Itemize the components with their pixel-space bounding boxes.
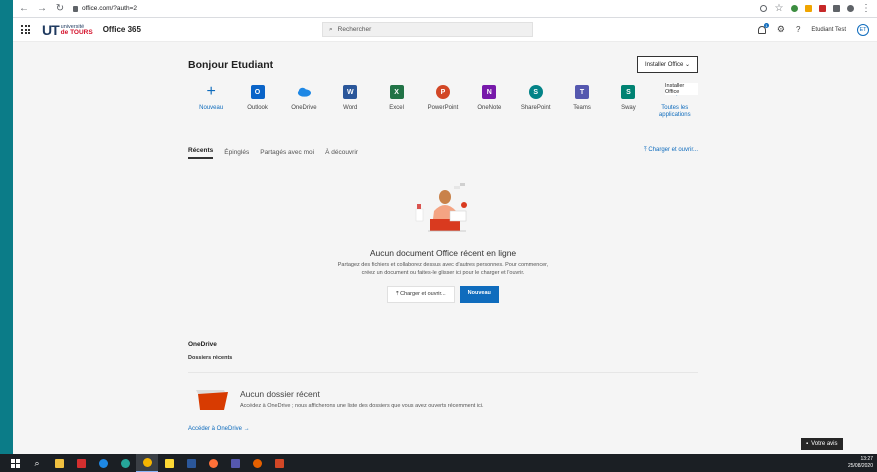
back-icon[interactable]: ← bbox=[19, 3, 29, 14]
empty-state: Aucun document Office récent en ligne Pa… bbox=[188, 181, 698, 303]
powerpoint-icon: P bbox=[435, 85, 450, 99]
reload-icon[interactable]: ↻ bbox=[55, 3, 65, 14]
new-button[interactable]: Nouveau bbox=[459, 286, 499, 303]
tab-recents[interactable]: Récents bbox=[188, 147, 214, 159]
search-input[interactable]: ⌕ Rechercher bbox=[322, 22, 533, 37]
onedrive-icon bbox=[297, 85, 311, 99]
extension-icon[interactable] bbox=[805, 5, 812, 12]
divider bbox=[188, 372, 698, 373]
app-title[interactable]: Office 365 bbox=[103, 25, 141, 34]
logo-mark: UT bbox=[42, 21, 60, 38]
profile-icon[interactable] bbox=[847, 5, 854, 12]
upload-open-button[interactable]: ⤒ Charger et ouvrir... bbox=[387, 286, 455, 303]
university-logo[interactable]: UT université de TOURS bbox=[42, 22, 93, 38]
sticky-notes-icon[interactable] bbox=[158, 454, 180, 472]
feedback-button[interactable]: ▪ Votre avis bbox=[801, 438, 843, 450]
app-teams[interactable]: T Teams bbox=[559, 85, 605, 119]
search-placeholder: Rechercher bbox=[337, 26, 372, 33]
folder-illustration bbox=[194, 386, 230, 412]
taskbar: ⌕ 13:27 25/08/2020 bbox=[0, 454, 877, 472]
no-folder-description: Accédez à OneDrive ; nous afficherons un… bbox=[240, 403, 484, 409]
search-icon[interactable]: ⌕ bbox=[26, 454, 48, 472]
address-bar[interactable]: office.com/?auth=2 bbox=[73, 5, 137, 12]
user-name[interactable]: Etudiant Test bbox=[811, 27, 846, 33]
extension-icon[interactable] bbox=[791, 5, 798, 12]
chrome-icon[interactable] bbox=[136, 454, 158, 472]
acrobat-icon[interactable] bbox=[70, 454, 92, 472]
onenote-icon: N bbox=[482, 85, 497, 99]
app-list: + Nouveau O Outlook OneDrive W Word X Ex… bbox=[188, 83, 698, 119]
browser-window: ← → ↻ office.com/?auth=2 ☆ ⋮ UT universi… bbox=[13, 0, 877, 454]
sharepoint-icon: S bbox=[528, 85, 543, 99]
avatar[interactable]: ET bbox=[857, 23, 869, 36]
app-word[interactable]: W Word bbox=[327, 85, 373, 119]
app-sharepoint[interactable]: S SharePoint bbox=[513, 85, 559, 119]
word-icon: W bbox=[343, 85, 358, 99]
word-taskbar-icon[interactable] bbox=[180, 454, 202, 472]
app-launcher-icon[interactable] bbox=[21, 25, 30, 34]
onedrive-title: OneDrive bbox=[188, 341, 217, 348]
go-to-onedrive-link[interactable]: Accéder à OneDrive → bbox=[188, 426, 250, 432]
lock-icon bbox=[73, 5, 78, 12]
edge-icon[interactable] bbox=[92, 454, 114, 472]
star-icon[interactable]: ☆ bbox=[774, 3, 784, 14]
help-icon[interactable]: ? bbox=[796, 25, 800, 34]
arrow-right-icon: → bbox=[243, 426, 250, 432]
browser-toolbar: ← → ↻ office.com/?auth=2 ☆ ⋮ bbox=[13, 0, 877, 18]
app-onenote[interactable]: N OneNote bbox=[466, 85, 512, 119]
firefox-icon[interactable] bbox=[202, 454, 224, 472]
document-tabs: Récents Épinglés Partagés avec moi À déc… bbox=[188, 147, 698, 159]
tab-partages[interactable]: Partagés avec moi bbox=[260, 149, 314, 159]
powerpoint-taskbar-icon[interactable] bbox=[268, 454, 290, 472]
app-nouveau[interactable]: + Nouveau bbox=[188, 83, 234, 119]
app-powerpoint[interactable]: P PowerPoint bbox=[420, 85, 466, 119]
tab-epingles[interactable]: Épinglés bbox=[224, 149, 249, 159]
logo-line2: de TOURS bbox=[60, 28, 93, 36]
firefox-alt-icon[interactable] bbox=[246, 454, 268, 472]
feedback-icon: ▪ bbox=[806, 441, 809, 447]
notification-bell-icon[interactable]: 1 bbox=[757, 22, 769, 34]
translate-icon[interactable] bbox=[760, 5, 767, 12]
office-header: UT université de TOURS Office 365 ⌕ Rech… bbox=[13, 18, 877, 42]
sway-icon: S bbox=[621, 85, 636, 99]
plus-icon: + bbox=[206, 83, 216, 100]
app-excel[interactable]: X Excel bbox=[373, 85, 419, 119]
menu-icon[interactable]: ⋮ bbox=[861, 3, 871, 14]
app-outlook[interactable]: O Outlook bbox=[234, 85, 280, 119]
clock[interactable]: 13:27 25/08/2020 bbox=[848, 456, 873, 470]
page-title: Bonjour Etudiant bbox=[188, 58, 274, 71]
notification-badge: 1 bbox=[763, 22, 769, 28]
url-text[interactable]: office.com/?auth=2 bbox=[82, 5, 137, 12]
teams-taskbar-icon[interactable] bbox=[224, 454, 246, 472]
app-sway[interactable]: S Sway bbox=[605, 85, 651, 119]
app-onedrive[interactable]: OneDrive bbox=[281, 85, 327, 119]
settings-gear-icon[interactable]: ⚙ bbox=[777, 24, 785, 35]
file-explorer-icon[interactable] bbox=[48, 454, 70, 472]
teams-icon: T bbox=[575, 85, 590, 99]
outlook-icon: O bbox=[250, 85, 265, 99]
empty-description: Partagez des fichiers et collaborez dess… bbox=[337, 262, 549, 276]
tooltip: Installer Office bbox=[665, 83, 698, 95]
no-folder-title: Aucun dossier récent bbox=[240, 389, 320, 399]
tab-decouvrir[interactable]: À découvrir bbox=[325, 149, 358, 159]
excel-icon: X bbox=[389, 85, 404, 99]
install-office-button[interactable]: Installer Office ⌄ bbox=[637, 56, 698, 73]
empty-illustration bbox=[408, 181, 478, 239]
upload-open-link[interactable]: ⤒ Charger et ouvrir... bbox=[644, 147, 698, 154]
upload-icon: ⤒ bbox=[396, 291, 399, 297]
search-icon: ⌕ bbox=[329, 25, 333, 33]
extension-icon[interactable] bbox=[819, 5, 826, 12]
forward-icon[interactable]: → bbox=[37, 3, 47, 14]
windows-start-icon[interactable] bbox=[4, 454, 26, 472]
recent-folders-heading: Dossiers récents bbox=[188, 355, 233, 361]
main-content: Bonjour Etudiant Installer Office ⌄ Inst… bbox=[188, 56, 698, 432]
upload-icon: ⤒ bbox=[643, 147, 647, 153]
puzzle-icon[interactable] bbox=[833, 5, 840, 12]
empty-title: Aucun document Office récent en ligne bbox=[369, 248, 517, 258]
edge-chromium-icon[interactable] bbox=[114, 454, 136, 472]
